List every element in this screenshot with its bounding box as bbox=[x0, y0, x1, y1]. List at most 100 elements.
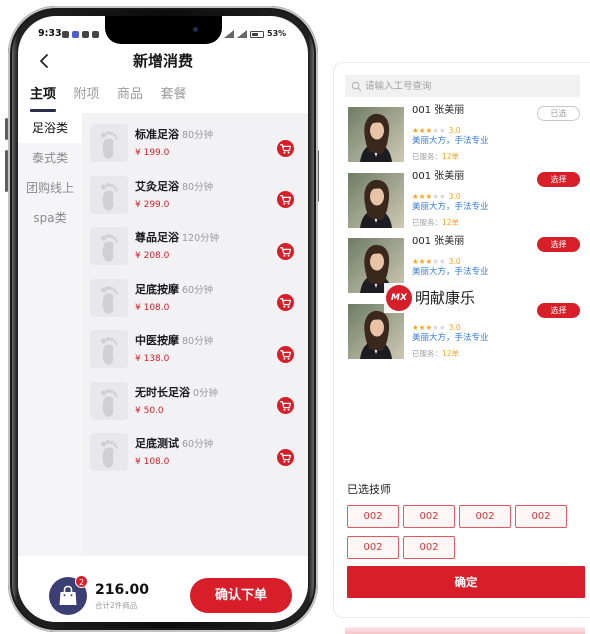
served-count: 12单 bbox=[442, 348, 460, 358]
technician-name: 001 张美丽 bbox=[412, 170, 465, 182]
selected-technician-chip[interactable]: 002 bbox=[403, 505, 455, 528]
service-item[interactable]: 中医按摩 80分钟 ¥ 138.0 bbox=[82, 324, 308, 376]
battery-level: 53% bbox=[267, 29, 287, 38]
category-thai[interactable]: 泰式类 bbox=[18, 143, 82, 173]
front-camera bbox=[193, 27, 198, 32]
signal-icon bbox=[237, 30, 247, 38]
star-filled-icon: ★ bbox=[412, 126, 419, 135]
service-thumbnail bbox=[90, 124, 128, 162]
technician-select-button[interactable]: 选择 bbox=[537, 171, 580, 187]
served-label: 已服务： bbox=[412, 217, 442, 227]
tab-main-items[interactable]: 主项 bbox=[30, 86, 57, 112]
category-foot-bath[interactable]: 足浴类 bbox=[18, 113, 82, 143]
service-item[interactable]: 足底按摩 60分钟 ¥ 108.0 bbox=[82, 273, 308, 325]
service-price: ¥ 108.0 bbox=[135, 302, 170, 313]
cart-total: 216.00 bbox=[95, 582, 150, 598]
confirm-button[interactable]: 确定 bbox=[347, 566, 585, 598]
category-group-buy-online[interactable]: 团购线上 bbox=[18, 173, 82, 203]
service-duration: 80分钟 bbox=[182, 130, 214, 141]
battery-icon bbox=[250, 30, 264, 38]
technician-served: 已服务：12单 bbox=[412, 217, 459, 229]
service-duration: 0分钟 bbox=[193, 387, 219, 399]
add-to-cart-button[interactable] bbox=[277, 345, 294, 363]
technician-description: 美丽大方，手法专业 bbox=[412, 332, 489, 343]
add-to-cart-button[interactable] bbox=[277, 191, 294, 208]
cart-icon bbox=[280, 195, 292, 205]
add-to-cart-button[interactable] bbox=[277, 448, 294, 466]
service-price: ¥ 299.0 bbox=[135, 199, 170, 210]
selected-technician-chip[interactable]: 002 bbox=[515, 505, 567, 528]
search-icon bbox=[351, 81, 362, 91]
service-item[interactable]: 艾灸足浴 80分钟 ¥ 299.0 bbox=[82, 170, 308, 222]
service-thumbnail bbox=[90, 381, 128, 420]
star-empty-icon: ★ bbox=[432, 191, 439, 201]
technician-served: 已服务：12单 bbox=[412, 348, 459, 360]
technician-rating: ★★★★★ 3.0 bbox=[412, 320, 461, 332]
portrait-image bbox=[360, 113, 392, 162]
technician-name: 001 张美丽 bbox=[412, 236, 465, 247]
tab-add-ons[interactable]: 附项 bbox=[74, 86, 100, 104]
rating-score: 3.0 bbox=[448, 191, 461, 201]
service-item[interactable]: 尊品足浴 120分钟 ¥ 208.0 bbox=[82, 221, 308, 273]
category-spa[interactable]: spa类 bbox=[18, 203, 82, 233]
technician-list: 001 张美丽 ★★★★★ 3.0 美丽大方，手法专业 已服务：12单 已选 00… bbox=[333, 104, 590, 366]
service-price: ¥ 208.0 bbox=[135, 251, 170, 261]
phone-frame: 9:33 53% 新增消费 主项 附项 商品 套餐 足浴类 泰式类 团购线上 s… bbox=[8, 6, 318, 632]
service-item[interactable]: 足底测试 60分钟 ¥ 108.0 bbox=[82, 427, 308, 479]
selected-technician-chip[interactable]: 002 bbox=[403, 536, 455, 559]
service-title: 足底按摩 60分钟 bbox=[135, 281, 213, 298]
technician-photo bbox=[348, 107, 404, 162]
cart-icon bbox=[280, 349, 292, 360]
service-title: 无时长足浴 0分钟 bbox=[135, 384, 218, 401]
service-title: 足底测试 60分钟 bbox=[135, 435, 213, 452]
service-price: ¥ 108.0 bbox=[135, 457, 170, 467]
cart-icon bbox=[280, 143, 292, 154]
service-item[interactable]: 标准足浴 80分钟 ¥ 199.0 bbox=[82, 118, 308, 170]
service-title: 尊品足浴 120分钟 bbox=[135, 229, 219, 246]
selected-technician-chip[interactable]: 002 bbox=[347, 505, 399, 528]
technician-select-button[interactable]: 选择 bbox=[537, 237, 580, 252]
selected-technician-chip[interactable]: 002 bbox=[459, 505, 511, 528]
search-input[interactable] bbox=[365, 75, 575, 97]
service-title: 中医按摩 80分钟 bbox=[135, 332, 213, 349]
service-duration: 80分钟 bbox=[182, 181, 214, 193]
service-price: ¥ 199.0 bbox=[135, 148, 170, 158]
tab-products[interactable]: 商品 bbox=[117, 86, 143, 104]
technician-photo bbox=[348, 172, 404, 228]
technician-served: 已服务：12单 bbox=[412, 151, 459, 163]
notification-icon bbox=[62, 31, 69, 38]
add-to-cart-button[interactable] bbox=[277, 294, 294, 311]
notification-icon bbox=[72, 31, 79, 38]
signal-icon bbox=[224, 30, 234, 38]
served-count: 12单 bbox=[442, 217, 460, 227]
footprint-icon bbox=[101, 182, 118, 211]
service-name: 中医按摩 bbox=[135, 334, 179, 347]
status-time: 9:33 bbox=[38, 28, 62, 39]
phone-notch bbox=[105, 16, 222, 44]
star-empty-icon: ★ bbox=[432, 126, 439, 135]
service-item[interactable]: 无时长足浴 0分钟 ¥ 50.0 bbox=[82, 376, 308, 428]
footprint-icon bbox=[101, 131, 118, 159]
confirm-order-button[interactable]: 确认下单 bbox=[190, 578, 292, 613]
cart-summary: 合计2件商品 bbox=[95, 601, 138, 610]
add-to-cart-button[interactable] bbox=[277, 397, 294, 414]
cart-icon bbox=[280, 298, 292, 308]
tab-bar: 主项 附项 商品 套餐 bbox=[30, 86, 187, 112]
service-list: 标准足浴 80分钟 ¥ 199.0 艾灸足浴 80分钟 ¥ 299.0 尊品足浴… bbox=[82, 113, 308, 556]
cart-icon bbox=[280, 401, 292, 411]
notification-icon bbox=[82, 31, 89, 38]
technician-select-button[interactable]: 选择 bbox=[537, 302, 580, 318]
technician-description: 美丽大方，手法专业 bbox=[412, 201, 489, 212]
service-price: ¥ 50.0 bbox=[135, 405, 164, 416]
add-to-cart-button[interactable] bbox=[277, 242, 294, 260]
technician-row: 001 张美丽 ★★★★★3.0 美丽大方，手法专业 已服务：12单 选择 bbox=[333, 170, 590, 236]
brand-logo: MX bbox=[386, 285, 412, 311]
selected-technician-chip[interactable]: 002 bbox=[347, 536, 399, 559]
service-title: 艾灸足浴 80分钟 bbox=[135, 178, 213, 195]
add-to-cart-button[interactable] bbox=[277, 139, 294, 157]
technician-selected-button[interactable]: 已选 bbox=[537, 106, 580, 121]
service-price: ¥ 138.0 bbox=[135, 354, 170, 364]
service-duration: 80分钟 bbox=[182, 336, 214, 347]
service-thumbnail bbox=[90, 330, 128, 368]
tab-packages[interactable]: 套餐 bbox=[161, 86, 187, 104]
